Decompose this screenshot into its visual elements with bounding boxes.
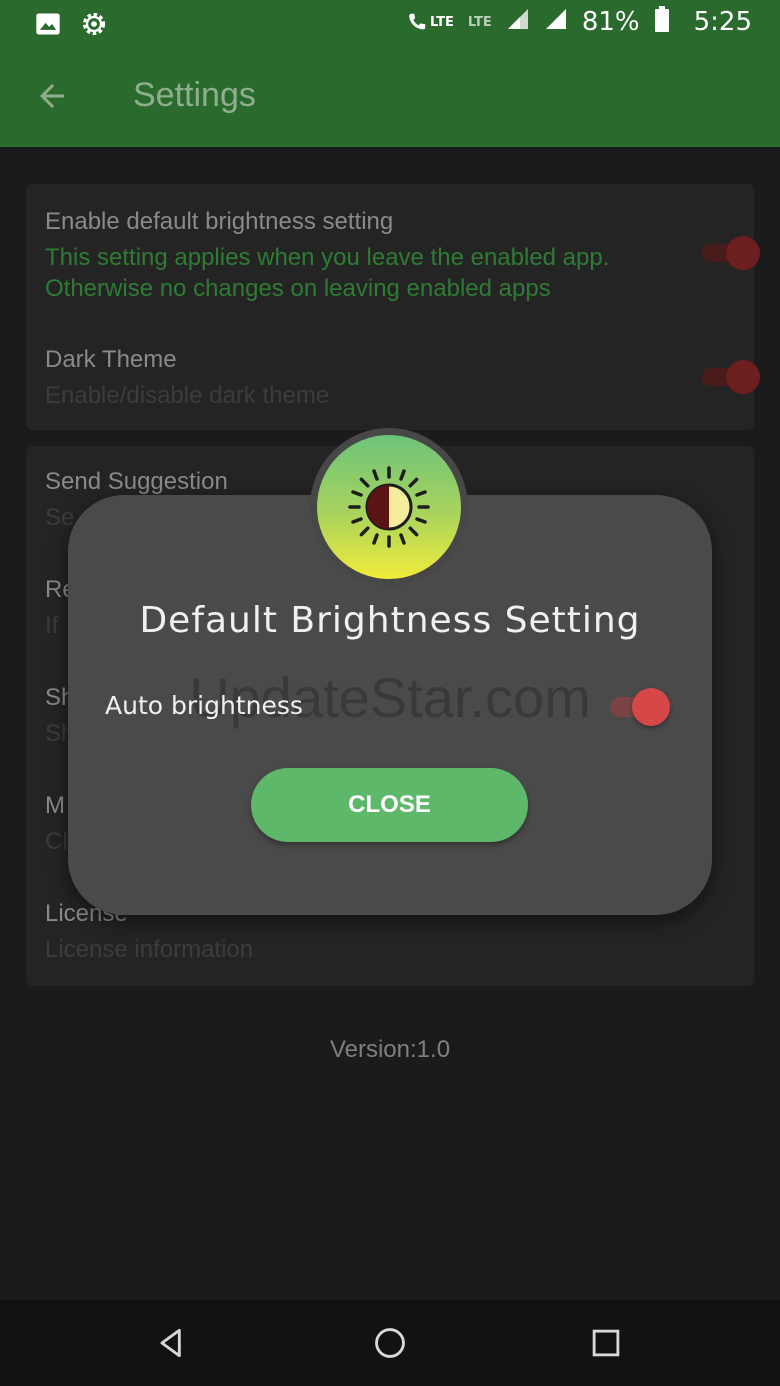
pref-summary: License information: [45, 936, 254, 963]
dark-theme-toggle[interactable]: [702, 360, 760, 394]
pref-title: M: [45, 792, 65, 819]
nav-back-icon[interactable]: [154, 1324, 192, 1362]
default-brightness-toggle[interactable]: [702, 236, 760, 270]
phone-lte-icon: LTE: [406, 10, 454, 34]
navigation-bar: [0, 1300, 780, 1386]
pref-title: Send Suggestion: [45, 468, 228, 495]
settings-card-general: Enable default brightness setting This s…: [26, 184, 760, 430]
toggle-thumb: [726, 360, 760, 394]
pref-default-brightness[interactable]: Enable default brightness setting This s…: [45, 208, 665, 304]
network-2-label: LTE: [467, 14, 492, 30]
pref-item-4[interactable]: M Cl: [45, 792, 68, 857]
clock: 5:25: [693, 7, 752, 37]
pref-summary: Enable/disable dark theme: [45, 382, 330, 409]
pref-title: Enable default brightness setting: [45, 208, 394, 235]
battery-icon: [654, 6, 670, 38]
toggle-thumb: [632, 688, 670, 726]
battery-percent: 81%: [581, 7, 640, 37]
auto-brightness-label: Auto brightness: [105, 691, 303, 720]
pref-summary: This setting applies when you leave the …: [45, 244, 610, 302]
back-arrow-icon[interactable]: [34, 78, 70, 114]
close-button[interactable]: CLOSE: [251, 768, 528, 842]
status-bar: LTE LTE 81% 5:25: [0, 0, 780, 48]
auto-brightness-toggle[interactable]: [610, 688, 670, 726]
signal-2-icon: [544, 7, 568, 37]
dialog-brightness-badge: [310, 428, 468, 586]
image-icon: [34, 10, 62, 38]
app-bar: Settings: [0, 48, 780, 147]
pref-summary: Cl: [45, 828, 68, 855]
dialog-title: Default Brightness Setting: [139, 600, 641, 641]
brightness-sun-icon: [348, 435, 461, 548]
network-1-label: LTE: [430, 14, 454, 30]
nav-home-icon[interactable]: [371, 1324, 409, 1362]
pref-title: Dark Theme: [45, 346, 177, 373]
toggle-thumb: [726, 236, 760, 270]
pref-dark-theme[interactable]: Dark Theme Enable/disable dark theme: [45, 346, 665, 411]
nav-recents-icon[interactable]: [587, 1324, 625, 1362]
signal-1-icon: [506, 7, 530, 37]
gear-icon: [80, 10, 108, 38]
version-label: Version:1.0: [329, 1036, 451, 1063]
page-title: Settings: [133, 76, 256, 114]
